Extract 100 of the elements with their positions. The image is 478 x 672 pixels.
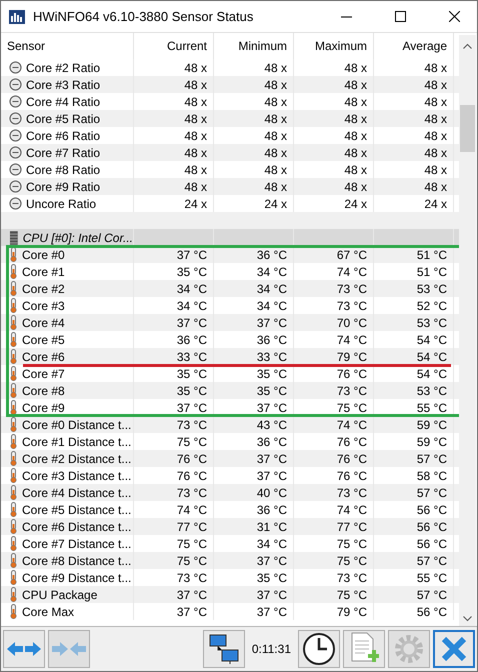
- sensor-value: 75 °C: [336, 588, 367, 602]
- sensor-value: 48 x: [424, 180, 447, 194]
- sensor-value: 54 °C: [416, 350, 447, 364]
- sensor-value: 37 °C: [256, 400, 287, 414]
- sensor-name: Core #7 Distance t...: [22, 536, 132, 550]
- sensor-name: Core #3 Distance t...: [22, 468, 132, 482]
- group-row[interactable]: CPU [#0]: Intel Cor...: [1, 229, 459, 246]
- expand-button[interactable]: [3, 630, 45, 668]
- sensor-value: 37 °C: [176, 400, 207, 414]
- sensor-value: 77 °C: [336, 520, 367, 534]
- sensor-value: 37 °C: [256, 588, 287, 602]
- sensor-value: 75 °C: [336, 554, 367, 568]
- sensor-value: 36 °C: [256, 332, 287, 346]
- sensor-value: 33 °C: [256, 350, 287, 364]
- sensor-name: Core #6 Distance t...: [22, 520, 132, 534]
- sensor-value: 59 °C: [416, 418, 447, 432]
- minimize-icon: [340, 16, 352, 18]
- sensor-name: Core #3: [22, 298, 65, 312]
- gauge-icon: [9, 197, 22, 210]
- clock-button[interactable]: [298, 630, 340, 668]
- sensor-value: 34 °C: [256, 264, 287, 278]
- sensor-value: 77 °C: [176, 520, 207, 534]
- scroll-thumb[interactable]: [460, 105, 475, 152]
- sensor-value: 58 °C: [416, 468, 447, 482]
- sensor-name: Core #1: [22, 264, 65, 278]
- sensor-value: 79 °C: [336, 604, 367, 618]
- sensor-name: Core #7: [22, 366, 65, 380]
- sensor-value: 48 x: [264, 146, 287, 160]
- gauge-icon: [9, 163, 22, 176]
- sensor-value: 75 °C: [176, 554, 207, 568]
- sensor-name: Core #9: [22, 400, 65, 414]
- sensor-value: 73 °C: [336, 298, 367, 312]
- sensor-name: Core #8: [22, 384, 65, 398]
- sensor-value: 37 °C: [256, 316, 287, 330]
- sensor-value: 48 x: [264, 180, 287, 194]
- sensor-value: 48 x: [184, 78, 207, 92]
- sensor-value: 73 °C: [336, 384, 367, 398]
- sensor-value: 56 °C: [416, 536, 447, 550]
- sensor-name: Core #4 Distance t...: [22, 486, 132, 500]
- sensor-value: 48 x: [424, 78, 447, 92]
- sensor-name: Core #8 Ratio: [26, 162, 100, 176]
- sensor-value: 53 °C: [416, 282, 447, 296]
- sensor-name: Core #1 Distance t...: [22, 434, 132, 448]
- sensor-value: 73 °C: [336, 486, 367, 500]
- sensor-value: 24 x: [264, 196, 287, 210]
- sensor-value: 40 °C: [256, 486, 287, 500]
- close-icon: [448, 11, 460, 22]
- sensor-value: 73 °C: [336, 570, 367, 584]
- sensor-name: Core #0 Distance t...: [22, 418, 132, 432]
- sensor-name: Core #5: [22, 332, 65, 346]
- sensor-value: 34 °C: [256, 298, 287, 312]
- sensor-value: 37 °C: [256, 452, 287, 466]
- sensor-value: 36 °C: [256, 248, 287, 262]
- sensor-name: Core #3 Ratio: [26, 78, 100, 92]
- scroll-up-icon[interactable]: [463, 43, 472, 49]
- app-icon: [9, 10, 25, 24]
- sensor-value: 48 x: [424, 128, 447, 142]
- sensor-value: 48 x: [344, 78, 367, 92]
- sensor-value: 37 °C: [176, 604, 207, 618]
- sensor-value: 76 °C: [176, 468, 207, 482]
- sensor-value: 33 °C: [176, 350, 207, 364]
- sensor-name: Core #6 Ratio: [26, 128, 100, 142]
- sensor-name: Core #4: [22, 316, 65, 330]
- sensor-value: 37 °C: [256, 604, 287, 618]
- sensor-value: 34 °C: [256, 282, 287, 296]
- sensor-value: 76 °C: [336, 468, 367, 482]
- sensor-value: 57 °C: [416, 554, 447, 568]
- scrollbar[interactable]: [459, 35, 476, 626]
- sensor-value: 48 x: [344, 60, 367, 74]
- sensor-value: 35 °C: [176, 384, 207, 398]
- sensor-value: 36 °C: [256, 502, 287, 516]
- sensor-value: 73 °C: [176, 570, 207, 584]
- arrows-icon: [51, 640, 87, 658]
- sensor-value: 36 °C: [256, 434, 287, 448]
- sensor-value: 48 x: [264, 78, 287, 92]
- sensor-value: 48 x: [184, 180, 207, 194]
- sensor-value: 59 °C: [416, 434, 447, 448]
- sensor-value: 75 °C: [176, 434, 207, 448]
- sensor-value: 34 °C: [176, 298, 207, 312]
- sensor-value: 74 °C: [336, 418, 367, 432]
- sensor-value: 48 x: [424, 162, 447, 176]
- sensor-value: 56 °C: [416, 520, 447, 534]
- sensor-value: 48 x: [264, 94, 287, 108]
- scroll-down-icon[interactable]: [463, 616, 472, 622]
- sensor-value: 57 °C: [416, 452, 447, 466]
- sensor-value: 79 °C: [336, 350, 367, 364]
- sensor-value: 57 °C: [416, 588, 447, 602]
- window-title: HWiNFO64 v6.10-3880 Sensor Status: [33, 9, 254, 24]
- sensor-value: 48 x: [344, 146, 367, 160]
- gauge-icon: [9, 61, 22, 74]
- sensor-value: 37 °C: [176, 588, 207, 602]
- sensor-name: Core #2: [22, 282, 65, 296]
- sensor-name: Core #7 Ratio: [26, 146, 100, 160]
- sensor-value: 57 °C: [416, 486, 447, 500]
- sensor-name: Core Max: [22, 604, 74, 618]
- sensor-value: 35 °C: [176, 264, 207, 278]
- network-button[interactable]: [202, 630, 245, 668]
- sensor-value: 51 °C: [416, 248, 447, 262]
- sensor-value: 48 x: [344, 180, 367, 194]
- sensor-value: 76 °C: [336, 434, 367, 448]
